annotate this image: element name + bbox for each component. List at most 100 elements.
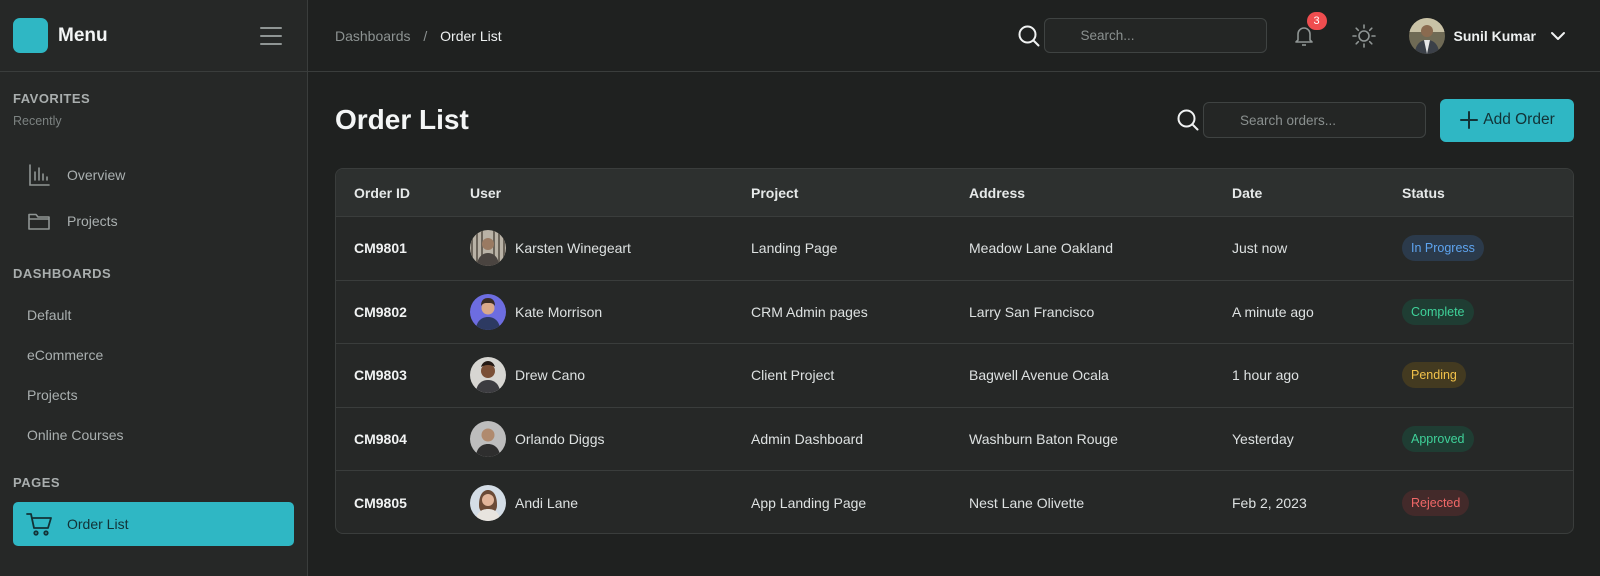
order-id: CM9801 bbox=[354, 240, 407, 257]
column-header-user[interactable]: User bbox=[470, 185, 751, 201]
sidebar-item-label: Overview bbox=[67, 167, 126, 183]
status-badge: Complete bbox=[1402, 298, 1474, 325]
sidebar-item-label: Order List bbox=[67, 516, 129, 532]
status-cell: Pending bbox=[1402, 362, 1573, 389]
project-name: Client Project bbox=[751, 367, 835, 384]
project-name: Admin Dashboard bbox=[751, 430, 864, 447]
address: Larry San Francisco bbox=[969, 303, 1095, 320]
avatar bbox=[470, 357, 506, 394]
top-bar: Dashboards / Order List 3 bbox=[308, 0, 1600, 72]
orders-table: Order ID User Project Address Date Statu… bbox=[335, 168, 1574, 534]
sidebar-header: Menu bbox=[0, 0, 307, 72]
table-row[interactable]: CM9803 Drew Cano Client Project Bagwell … bbox=[336, 344, 1573, 408]
add-order-button[interactable]: Add Order bbox=[1440, 98, 1574, 142]
sidebar-title: Menu bbox=[58, 24, 108, 46]
global-search-field[interactable] bbox=[1043, 18, 1267, 53]
cart-icon bbox=[25, 510, 53, 538]
sidebar-item-label: Projects bbox=[67, 213, 118, 229]
date: A minute ago bbox=[1232, 303, 1314, 320]
folder-icon bbox=[27, 209, 51, 233]
chevron-down-icon[interactable] bbox=[1548, 26, 1568, 46]
theme-toggle-sun-icon[interactable] bbox=[1351, 23, 1377, 49]
app-logo bbox=[13, 18, 48, 53]
date: 1 hour ago bbox=[1232, 367, 1299, 384]
page-header-actions: Add Order bbox=[1175, 98, 1574, 142]
order-id: CM9802 bbox=[354, 303, 407, 320]
sidebar-item-projects-favorite[interactable]: Projects bbox=[0, 198, 307, 244]
sidebar-item-ecommerce[interactable]: eCommerce bbox=[0, 335, 307, 375]
user-name: Kate Morrison bbox=[515, 303, 603, 320]
plus-icon bbox=[1459, 110, 1479, 130]
sidebar-item-order-list[interactable]: Order List bbox=[13, 502, 294, 546]
column-header-order-id[interactable]: Order ID bbox=[336, 185, 470, 201]
table-row[interactable]: CM9805 Andi Lane App Landing Page Nest L… bbox=[336, 471, 1573, 533]
status-cell: In Progress bbox=[1402, 235, 1573, 262]
date: Just now bbox=[1232, 240, 1288, 257]
date: Yesterday bbox=[1232, 430, 1294, 447]
order-id: CM9805 bbox=[354, 494, 407, 511]
bar-chart-icon bbox=[27, 163, 51, 187]
order-id: CM9803 bbox=[354, 367, 407, 384]
user-cell: Drew Cano bbox=[470, 357, 751, 394]
notifications-button[interactable]: 3 bbox=[1291, 11, 1327, 49]
sidebar-item-default[interactable]: Default bbox=[0, 295, 307, 335]
app-root: Menu FAVORITES Recently Overview Project… bbox=[0, 0, 1600, 576]
project-name: Landing Page bbox=[751, 240, 838, 257]
user-name: Drew Cano bbox=[515, 367, 586, 384]
order-search-input[interactable] bbox=[1204, 112, 1425, 128]
column-header-status[interactable]: Status bbox=[1402, 185, 1573, 201]
notification-count-badge: 3 bbox=[1306, 11, 1327, 30]
order-id: CM9804 bbox=[354, 430, 407, 447]
breadcrumb-dashboards[interactable]: Dashboards bbox=[335, 28, 411, 44]
date: Feb 2, 2023 bbox=[1232, 494, 1307, 511]
breadcrumb-separator: / bbox=[423, 27, 428, 44]
dashboards-section-title: DASHBOARDS bbox=[13, 266, 112, 281]
add-order-label: Add Order bbox=[1483, 111, 1555, 128]
status-cell: Approved bbox=[1402, 425, 1573, 452]
user-cell: Andi Lane bbox=[470, 484, 751, 521]
table-row[interactable]: CM9801 Karsten Winegeart Landing Page Me… bbox=[336, 217, 1573, 281]
table-header: Order ID User Project Address Date Statu… bbox=[336, 169, 1573, 217]
search-icon[interactable] bbox=[1016, 23, 1042, 49]
breadcrumb: Dashboards / Order List bbox=[335, 28, 502, 44]
user-name: Orlando Diggs bbox=[515, 430, 605, 447]
favorites-section-title: FAVORITES bbox=[13, 91, 91, 106]
sidebar: Menu FAVORITES Recently Overview Project… bbox=[0, 0, 308, 576]
page-title: Order List bbox=[335, 104, 469, 135]
status-badge: In Progress bbox=[1402, 235, 1484, 262]
column-header-project[interactable]: Project bbox=[751, 185, 969, 201]
avatar bbox=[470, 230, 506, 267]
project-name: App Landing Page bbox=[751, 494, 867, 511]
user-menu[interactable]: Sunil Kumar bbox=[1408, 17, 1568, 54]
column-header-address[interactable]: Address bbox=[969, 185, 1232, 201]
avatar bbox=[470, 484, 506, 521]
table-row[interactable]: CM9802 Kate Morrison CRM Admin pages Lar… bbox=[336, 281, 1573, 344]
table-row[interactable]: CM9804 Orlando Diggs Admin Dashboard Was… bbox=[336, 408, 1573, 471]
user-cell: Orlando Diggs bbox=[470, 420, 751, 457]
sidebar-item-online-courses[interactable]: Online Courses bbox=[0, 415, 307, 455]
status-cell: Rejected bbox=[1402, 489, 1573, 516]
avatar bbox=[470, 420, 506, 457]
global-search-input[interactable] bbox=[1044, 28, 1266, 43]
avatar bbox=[470, 293, 506, 330]
user-cell: Karsten Winegeart bbox=[470, 230, 751, 267]
column-header-date[interactable]: Date bbox=[1232, 185, 1402, 201]
favorites-recently-label: Recently bbox=[13, 114, 62, 128]
user-name: Sunil Kumar bbox=[1453, 27, 1536, 44]
user-name: Karsten Winegeart bbox=[515, 240, 631, 257]
breadcrumb-current: Order List bbox=[440, 27, 502, 44]
status-cell: Complete bbox=[1402, 298, 1573, 325]
sidebar-item-overview[interactable]: Overview bbox=[0, 152, 307, 198]
sidebar-item-projects[interactable]: Projects bbox=[0, 375, 307, 415]
user-name: Andi Lane bbox=[515, 494, 579, 511]
top-bar-actions: 3 bbox=[1016, 11, 1600, 54]
order-search-field[interactable] bbox=[1203, 102, 1426, 138]
status-badge: Pending bbox=[1402, 362, 1466, 389]
project-name: CRM Admin pages bbox=[751, 303, 868, 320]
hamburger-menu-icon[interactable] bbox=[260, 26, 282, 45]
address: Nest Lane Olivette bbox=[969, 494, 1085, 511]
pages-section-title: PAGES bbox=[13, 475, 61, 490]
status-badge: Rejected bbox=[1402, 489, 1470, 516]
main-content: Dashboards / Order List 3 bbox=[308, 0, 1600, 576]
order-search-icon[interactable] bbox=[1175, 107, 1201, 133]
